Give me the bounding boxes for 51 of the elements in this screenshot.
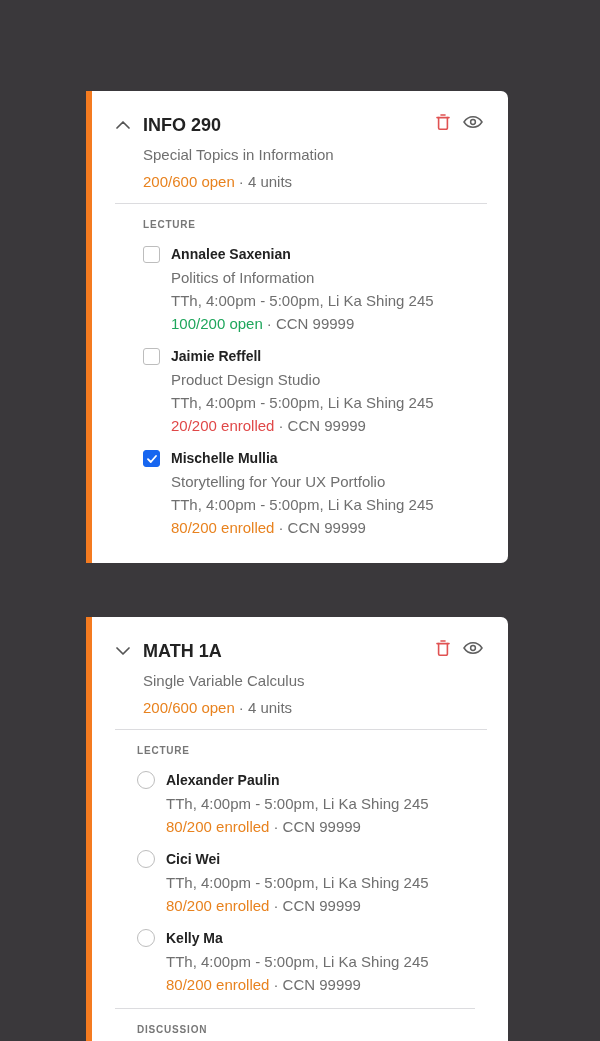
class-title: Product Design Studio	[171, 370, 322, 390]
schedule-text: TTh, 4:00pm - 5:00pm, Li Ka Shing 245	[166, 873, 430, 893]
enrollment-status: 200/600 open	[143, 172, 235, 192]
enrollment-status: 80/200 enrolled	[166, 896, 270, 916]
course-title: Special Topics in Information	[143, 145, 335, 165]
detail-text: · CCN 99999	[266, 314, 355, 334]
eye-icon[interactable]	[463, 642, 483, 654]
section-label: LECTURE	[137, 744, 191, 758]
course-code: MATH 1A	[143, 640, 222, 663]
checkmark-icon	[146, 454, 157, 463]
eye-icon[interactable]	[463, 116, 483, 128]
course-code: INFO 290	[143, 114, 222, 137]
detail-text: · 4 units	[238, 172, 293, 192]
instructor-name: Alexander Paulin	[166, 771, 281, 790]
schedule-text: TTh, 4:00pm - 5:00pm, Li Ka Shing 245	[166, 952, 430, 972]
trash-icon[interactable]	[436, 114, 450, 130]
instructor-name: Annalee Saxenian	[171, 245, 292, 264]
checkbox[interactable]	[143, 246, 160, 263]
instructor-name: Jaimie Reffell	[171, 347, 263, 366]
class-title: Politics of Information	[171, 268, 316, 288]
section-label: DISCUSSION	[137, 1023, 209, 1037]
enrollment-status: 80/200 enrolled	[166, 817, 270, 837]
enrollment-status: 200/600 open	[143, 698, 235, 718]
enrollment-status: 100/200 open	[171, 314, 263, 334]
radio-button[interactable]	[137, 929, 155, 947]
instructor-name: Cici Wei	[166, 850, 222, 869]
detail-text: · CCN 99999	[278, 518, 366, 538]
checkbox[interactable]	[143, 348, 160, 365]
enrollment-status: 80/200 enrolled	[166, 975, 270, 995]
detail-text: · CCN 99999	[273, 817, 361, 837]
chevron-up-icon[interactable]	[116, 121, 130, 129]
trash-icon[interactable]	[436, 640, 450, 656]
course-title: Single Variable Calculus	[143, 671, 306, 691]
section-label: LECTURE	[143, 218, 197, 232]
schedule-text: TTh, 4:00pm - 5:00pm, Li Ka Shing 245	[166, 794, 430, 814]
schedule-text: TTh, 4:00pm - 5:00pm, Li Ka Shing 245	[171, 495, 435, 515]
radio-button[interactable]	[137, 771, 155, 789]
schedule-text: TTh, 4:00pm - 5:00pm, Li Ka Shing 245	[171, 393, 435, 413]
detail-text: · CCN 99999	[278, 416, 366, 436]
instructor-name: Kelly Ma	[166, 929, 224, 948]
detail-text: · CCN 99999	[273, 896, 361, 916]
detail-text: · 4 units	[238, 698, 293, 718]
enrollment-status: 80/200 enrolled	[171, 518, 275, 538]
radio-button[interactable]	[137, 850, 155, 868]
instructor-name: Mischelle Mullia	[171, 449, 279, 468]
class-title: Storytelling for Your UX Portfolio	[171, 472, 387, 492]
checkbox[interactable]	[143, 450, 160, 467]
schedule-text: TTh, 4:00pm - 5:00pm, Li Ka Shing 245	[171, 291, 435, 311]
chevron-down-icon[interactable]	[116, 647, 130, 655]
detail-text: · CCN 99999	[273, 975, 361, 995]
enrollment-status: 20/200 enrolled	[171, 416, 275, 436]
